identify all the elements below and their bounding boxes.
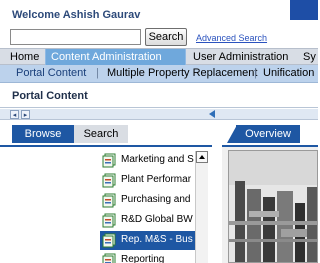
pane-tabs: Browse Search Overview (0, 121, 318, 145)
tree-item-label: Purchasing and (121, 194, 191, 205)
page-title: Portal Content (12, 90, 88, 102)
content-folder-icon (102, 193, 116, 208)
tab-user-administration[interactable]: User Administration (188, 49, 293, 65)
tree-item[interactable]: Purchasing and (100, 191, 196, 210)
tab-overview[interactable]: Overview (236, 125, 300, 143)
tree-item-label: Plant Performar (121, 174, 192, 185)
tree-item-selected[interactable]: Rep. M&S - Bus (100, 231, 196, 250)
tab-content-administration[interactable]: Content Administration (45, 49, 186, 65)
subnav-separator: | (96, 67, 99, 79)
tree-item[interactable]: Reporting (100, 251, 196, 263)
tab-search[interactable]: Search (74, 125, 128, 143)
tab-home[interactable]: Home (5, 49, 44, 65)
portal-header: Welcome Ashish Gaurav Search Advanced Se… (0, 0, 318, 48)
pane-toolbar: ◂ ▸ (0, 109, 318, 120)
detailed-navigation: Portal Content | Multiple Property Repla… (0, 65, 318, 83)
content-folder-icon (102, 253, 116, 263)
content-folder-icon (102, 233, 116, 248)
tree-item-label: Marketing and S (121, 154, 194, 165)
tree-item[interactable]: Plant Performar (100, 171, 196, 190)
subnav-multiple-property-replacement[interactable]: Multiple Property Replacement (107, 65, 257, 82)
content-folder-icon (102, 213, 116, 228)
tree-scrollbar[interactable] (195, 151, 208, 263)
subnav-portal-content[interactable]: Portal Content (16, 65, 86, 82)
tab-browse[interactable]: Browse (12, 125, 74, 143)
content-folder-icon (102, 153, 116, 168)
overview-image (228, 150, 318, 263)
tree-item-label: Reporting (121, 254, 165, 263)
search-button[interactable]: Search (145, 28, 187, 46)
expand-right-icon[interactable]: ▸ (21, 110, 30, 119)
page-title-bar: Portal Content (0, 84, 318, 108)
tree-item[interactable]: R&D Global BW (100, 211, 196, 230)
subnav-unification[interactable]: Unification (263, 65, 314, 82)
tab-system[interactable]: Sy (298, 49, 320, 65)
content-folder-icon (102, 173, 116, 188)
subnav-separator: | (254, 67, 257, 79)
advanced-search-link[interactable]: Advanced Search (196, 33, 267, 43)
header-corner-accent (290, 0, 318, 20)
search-input[interactable] (10, 29, 141, 45)
collapse-left-icon[interactable]: ◂ (10, 110, 19, 119)
tree-item[interactable]: Marketing and S (100, 151, 196, 170)
top-level-navigation: Home Content Administration User Adminis… (0, 48, 318, 65)
tree-item-label: R&D Global BW (121, 214, 193, 225)
splitter-arrow-icon[interactable] (209, 110, 215, 118)
welcome-text: Welcome Ashish Gaurav (12, 9, 141, 21)
scroll-up-icon[interactable] (196, 151, 208, 163)
tree-item-label: Rep. M&S - Bus (121, 234, 193, 245)
